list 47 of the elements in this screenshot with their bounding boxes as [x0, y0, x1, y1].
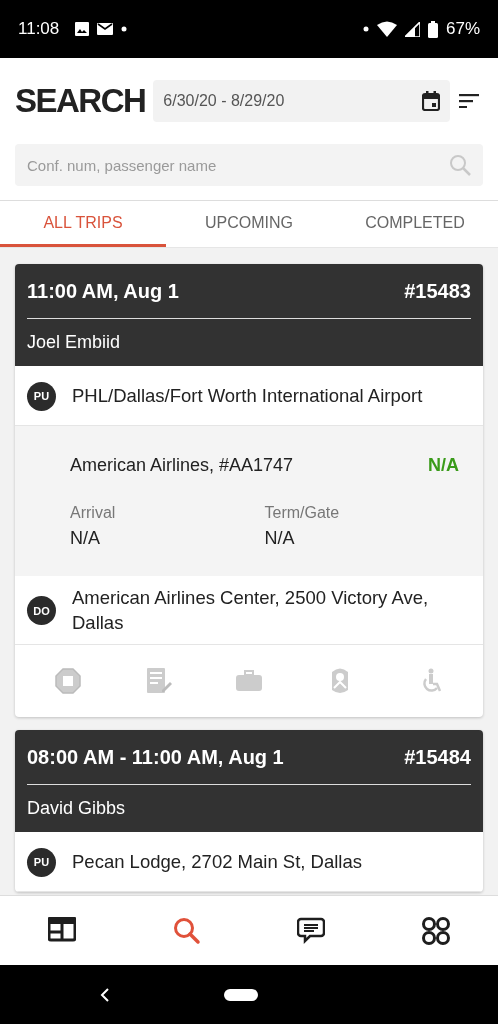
back-icon[interactable] — [100, 987, 110, 1002]
trip-number: #15483 — [404, 279, 471, 304]
passenger-name: Joel Embiid — [27, 331, 122, 354]
date-range-field[interactable]: 6/30/20 - 8/29/20 — [153, 80, 451, 122]
stop-address: Pecan Lodge, 2702 Main St, Dallas — [72, 849, 363, 874]
flight-status: N/A — [428, 454, 459, 477]
dot-icon — [121, 26, 128, 32]
notes-icon — [145, 667, 172, 694]
tab[interactable]: COMPLETED — [332, 201, 498, 244]
passenger-name: David Gibbs — [27, 796, 127, 820]
stop-address: American Airlines Center, 2500 Victory Ave, Dallas — [72, 586, 430, 635]
stop-address: PHL/Dallas/Fort Worth International Airport — [72, 384, 423, 408]
page-title: SEARCH — [15, 81, 146, 122]
trip-number: #15484 — [404, 744, 471, 770]
dot-icon — [362, 26, 369, 32]
briefcase-icon — [236, 667, 262, 694]
trip-card[interactable]: 11:00 AM, Aug 1 #15483 Joel Embiid PU PHL/Dallas/Fort Worth International Airport American Airlines, #AA1747 N/A Arrival N/A Term/Gate N/A DO American Airlines Center, 2500 Victory Ave, Dallas — [15, 264, 483, 717]
wifi-icon — [376, 21, 397, 37]
field-label: Term/Gate — [264, 503, 341, 523]
stop-badge: DO — [27, 596, 56, 626]
trip-card[interactable]: 08:00 AM - 11:00 AM, Aug 1 #15484 David Gibbs PU Pecan Lodge, 2702 Main St, Dallas — [15, 729, 483, 892]
tab[interactable]: ALL TRIPS — [0, 201, 166, 244]
sort-icon[interactable] — [459, 94, 479, 108]
search-icon — [449, 154, 471, 176]
message-icon[interactable] — [297, 916, 326, 945]
dashboard-icon[interactable] — [48, 916, 77, 945]
flight-number: American Airlines, #AA1747 — [70, 454, 294, 477]
search-icon[interactable] — [172, 916, 201, 945]
stop-badge: PU — [27, 847, 56, 877]
home-handle-icon[interactable] — [224, 988, 258, 1001]
stop-badge: PU — [27, 382, 56, 411]
field-value: N/A — [264, 527, 296, 550]
signal-icon — [404, 21, 420, 37]
image-icon — [75, 22, 90, 36]
search-field[interactable]: Conf. num, passenger name — [15, 144, 483, 186]
mail-icon — [97, 23, 114, 35]
clock-text: 11:08 — [18, 18, 60, 41]
trip-time: 11:00 AM, Aug 1 — [27, 279, 179, 304]
trip-time: 08:00 AM - 11:00 AM, Aug 1 — [27, 744, 284, 770]
apps-icon[interactable] — [421, 916, 450, 945]
stop-sign-icon — [55, 667, 81, 694]
tab[interactable]: UPCOMING — [166, 201, 332, 244]
battery-icon — [427, 20, 438, 38]
calendar-icon[interactable] — [422, 91, 441, 111]
field-label: Arrival — [70, 503, 117, 523]
battery-text: 67% — [445, 18, 480, 41]
field-value: N/A — [70, 527, 101, 550]
